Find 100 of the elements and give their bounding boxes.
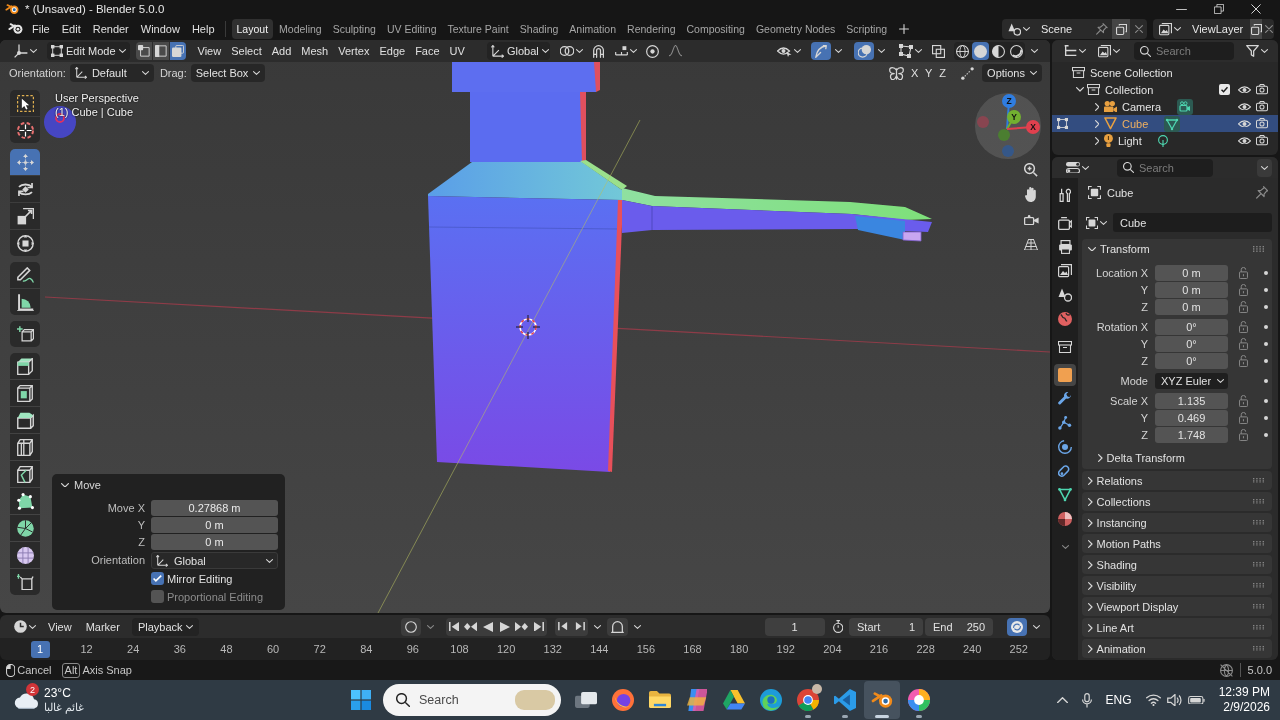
menu-item[interactable]: View bbox=[193, 42, 226, 60]
value-field[interactable]: 0 m bbox=[1155, 281, 1228, 298]
workspace-tab[interactable]: Layout bbox=[231, 19, 274, 39]
menu-item[interactable]: Edge bbox=[375, 42, 410, 60]
tool-button[interactable] bbox=[10, 203, 40, 229]
menu-item[interactable]: View bbox=[42, 617, 78, 636]
record-button[interactable] bbox=[400, 617, 421, 636]
panel-header[interactable]: Shading bbox=[1088, 554, 1253, 575]
lock-toggle[interactable] bbox=[1239, 394, 1248, 407]
tool-button[interactable] bbox=[10, 117, 40, 143]
lock-toggle[interactable] bbox=[1239, 320, 1248, 333]
shading-mode-button[interactable] bbox=[954, 42, 971, 60]
value-field[interactable]: 0 m bbox=[1155, 298, 1228, 315]
shading-mode-button[interactable] bbox=[972, 42, 989, 60]
tool-button[interactable] bbox=[10, 90, 40, 116]
orientation-dropdown[interactable]: Global bbox=[151, 552, 278, 569]
keyframe-button[interactable] bbox=[1264, 398, 1268, 403]
select-mode-button[interactable] bbox=[152, 42, 169, 60]
keyframe-button[interactable] bbox=[1264, 324, 1268, 329]
lock-toggle[interactable] bbox=[1239, 266, 1248, 279]
keyframe-button[interactable] bbox=[1264, 287, 1268, 292]
workspace-tab[interactable]: Animation bbox=[564, 19, 622, 39]
tool-button[interactable] bbox=[10, 230, 40, 256]
menu-item[interactable]: Select bbox=[227, 42, 266, 60]
tool-button[interactable] bbox=[10, 569, 40, 595]
render-toggle[interactable] bbox=[1254, 118, 1270, 129]
tool-button[interactable] bbox=[10, 262, 40, 288]
workspace-tab[interactable]: Texture Paint bbox=[442, 19, 514, 39]
lock-toggle[interactable] bbox=[1239, 300, 1248, 313]
value-field[interactable]: 0 m bbox=[1155, 264, 1228, 281]
gizmos-toggle[interactable] bbox=[811, 42, 831, 60]
value-field[interactable]: 0 m bbox=[151, 534, 278, 550]
lock-toggle[interactable] bbox=[1239, 337, 1248, 350]
search-field[interactable]: Search bbox=[1117, 158, 1213, 177]
panel-header[interactable]: Animation bbox=[1088, 638, 1253, 659]
orientation-dropdown[interactable]: Global bbox=[486, 42, 550, 60]
tool-button[interactable] bbox=[10, 434, 40, 460]
value-field[interactable]: 0.469 bbox=[1155, 409, 1228, 426]
value-field[interactable]: 1.135 bbox=[1155, 392, 1228, 409]
workspace-tab[interactable]: Rendering bbox=[622, 19, 681, 39]
drag-dropdown[interactable]: Select Box bbox=[190, 64, 266, 82]
workspace-tab[interactable]: Compositing bbox=[681, 19, 750, 39]
menu-item[interactable]: File bbox=[26, 19, 56, 39]
keyframe-button[interactable] bbox=[1264, 415, 1268, 420]
panel-header[interactable]: Relations bbox=[1088, 470, 1253, 491]
shading-mode-button[interactable] bbox=[1008, 42, 1025, 60]
tool-button[interactable] bbox=[10, 353, 40, 379]
value-field[interactable]: 0° bbox=[1155, 352, 1228, 369]
options-button[interactable] bbox=[1257, 158, 1272, 177]
keyframe-button[interactable] bbox=[1264, 378, 1268, 383]
subpanel-header[interactable]: Delta Transform bbox=[1098, 447, 1272, 468]
lock-toggle[interactable] bbox=[1239, 283, 1248, 296]
overlays-toggle[interactable] bbox=[854, 42, 874, 60]
keyframe-button[interactable] bbox=[1264, 304, 1268, 309]
options-dropdown[interactable]: Options bbox=[982, 64, 1042, 82]
shading-mode-button[interactable] bbox=[990, 42, 1007, 60]
tool-button[interactable] bbox=[10, 488, 40, 514]
lock-toggle[interactable] bbox=[1239, 428, 1248, 441]
workspace-tab[interactable]: UV Editing bbox=[381, 19, 442, 39]
tool-button[interactable] bbox=[10, 542, 40, 568]
lock-toggle[interactable] bbox=[1239, 411, 1248, 424]
show-hidden-icons-button[interactable] bbox=[1056, 696, 1068, 704]
menu-item[interactable]: Add bbox=[267, 42, 296, 60]
start-frame-field[interactable]: Start 1 bbox=[849, 617, 923, 636]
language-button[interactable]: ENG bbox=[1105, 693, 1132, 707]
outliner-row[interactable]: Cube bbox=[1052, 115, 1278, 132]
menu-item[interactable]: Mesh bbox=[297, 42, 333, 60]
mesh-model-drawing[interactable] bbox=[428, 62, 932, 472]
menu-item[interactable]: UV bbox=[445, 42, 469, 60]
playback-dropdown[interactable]: Playback bbox=[131, 617, 199, 636]
taskbar-app-button[interactable] bbox=[864, 681, 900, 719]
visibility-toggle[interactable] bbox=[1236, 119, 1252, 128]
workspace-tab[interactable]: Geometry Nodes bbox=[750, 19, 841, 39]
menu-item[interactable]: Face bbox=[411, 42, 444, 60]
mode-dropdown[interactable]: XYZ Euler bbox=[1155, 372, 1228, 389]
render-toggle[interactable] bbox=[1254, 135, 1270, 146]
outliner-row[interactable]: Light bbox=[1052, 132, 1278, 149]
panel-header[interactable]: Motion Paths bbox=[1088, 533, 1253, 554]
workspace-tab[interactable]: Sculpting bbox=[327, 19, 381, 39]
checkbox[interactable] bbox=[151, 572, 164, 585]
sync-button[interactable] bbox=[1007, 617, 1027, 636]
visibility-toggle[interactable] bbox=[1236, 102, 1252, 111]
menu-item[interactable]: Render bbox=[86, 19, 135, 39]
render-toggle[interactable] bbox=[1254, 101, 1270, 112]
workspace-tab[interactable]: Scripting bbox=[841, 19, 893, 39]
tool-button[interactable] bbox=[10, 407, 40, 433]
data-name-field[interactable]: Cube bbox=[1113, 213, 1272, 232]
value-field[interactable]: 0 m bbox=[151, 517, 278, 533]
keyframe-button[interactable] bbox=[1264, 358, 1268, 363]
panel-header[interactable]: Move bbox=[58, 476, 101, 494]
properties-tab[interactable] bbox=[1054, 364, 1076, 386]
copy-button[interactable] bbox=[1112, 19, 1130, 39]
navigation-gizmo[interactable]: Z Y X bbox=[975, 93, 1041, 159]
panel-header[interactable]: Line Art bbox=[1088, 617, 1253, 638]
panel-header[interactable]: Transform bbox=[1088, 239, 1253, 259]
menu-item[interactable]: Vertex bbox=[334, 42, 374, 60]
panel-header[interactable]: Collections bbox=[1088, 491, 1253, 512]
value-field[interactable]: 0° bbox=[1155, 335, 1228, 352]
select-mode-button[interactable] bbox=[169, 42, 186, 60]
search-field[interactable]: Search bbox=[1134, 42, 1234, 60]
